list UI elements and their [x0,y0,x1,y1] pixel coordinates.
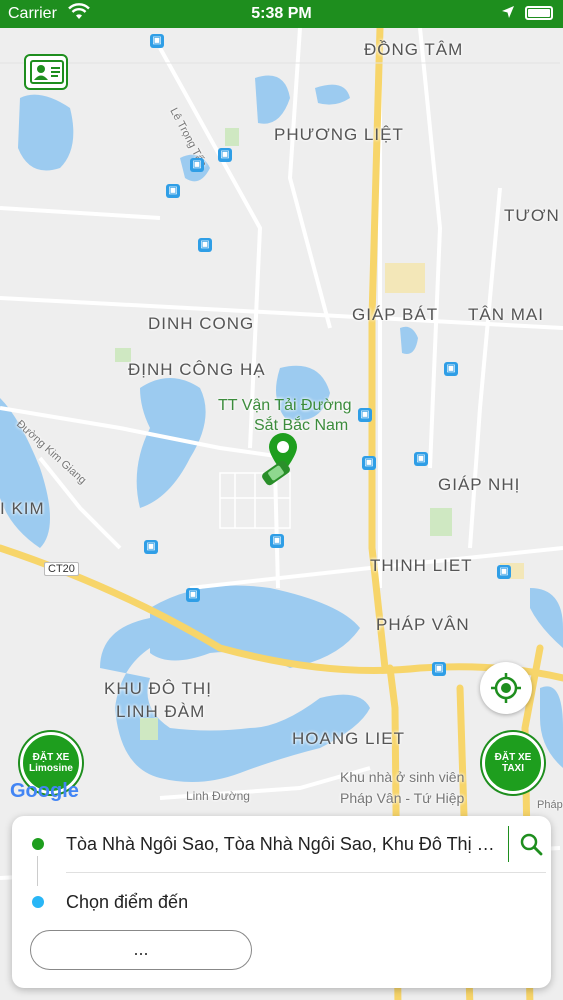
road-badge: CT20 [44,562,79,576]
bus-stop-icon: ▣ [150,34,164,48]
driver-profile-button[interactable] [24,54,68,90]
driver-profile-icon [30,60,64,89]
button-label: ĐẶT XE [494,752,532,763]
google-logo: Google [10,780,79,802]
map-label: ĐỒNG TÂM [364,40,464,59]
map-label: Pháp [537,799,563,811]
button-label: ĐẶT XE [32,752,70,763]
map-label: Linh Đường [186,789,250,803]
origin-field[interactable]: Tòa Nhà Ngôi Sao, Tòa Nhà Ngôi Sao, Khu … [66,834,506,855]
map-label: THINH LIET [370,556,473,575]
bus-stop-icon: ▣ [497,565,511,579]
button-label: Limosine [29,763,73,774]
location-arrow-icon [501,5,515,24]
bus-stop-icon: ▣ [218,148,232,162]
map-label: Khu nhà ở sinh viên [340,769,465,785]
map-label: ĐỊNH CÔNG HẠ [128,360,266,379]
map-label: GIÁP BÁT [352,305,439,324]
map-label: HOANG LIET [292,729,405,748]
button-label: TAXI [501,763,525,774]
bus-stop-icon: ▣ [166,184,180,198]
my-location-button[interactable] [480,662,532,714]
map-label: LINH ĐÀM [116,702,206,721]
more-options-button[interactable]: ... [30,930,252,970]
divider [66,872,546,873]
origin-dot [32,838,44,850]
car-icon [258,460,294,491]
route-connector [37,856,38,886]
map-label: PHÁP VÂN [376,615,470,634]
map-label: Pháp Vân - Tứ Hiệp [340,790,465,806]
bus-stop-icon: ▣ [414,452,428,466]
battery-icon [525,6,553,20]
map-label: I KIM [0,499,45,518]
bus-stop-icon: ▣ [432,662,446,676]
bus-stop-icon: ▣ [198,238,212,252]
destination-dot [32,896,44,908]
bus-stop-icon: ▣ [144,540,158,554]
bus-stop-icon: ▣ [362,456,376,470]
bus-stop-icon: ▣ [358,408,372,422]
bus-stop-icon: ▣ [270,534,284,548]
bus-stop-icon: ▣ [186,588,200,602]
map-label: DINH CONG [148,314,255,333]
book-taxi-button[interactable]: ĐẶT XE TAXI [482,732,544,794]
map-label: PHƯƠNG LIỆT [274,125,404,144]
status-bar: Carrier 5:38 PM [0,0,563,28]
map-label: GIÁP NHỊ [438,475,521,494]
search-button[interactable] [508,826,545,862]
map-label: KHU ĐÔ THỊ [104,679,212,698]
destination-field[interactable]: Chọn điểm đến [66,892,188,913]
map-poi-label: TT Vận Tải Đường [218,397,352,414]
booking-card: Tòa Nhà Ngôi Sao, Tòa Nhà Ngôi Sao, Khu … [12,816,551,988]
bus-stop-icon: ▣ [190,158,204,172]
bus-stop-icon: ▣ [444,362,458,376]
search-icon [519,832,543,861]
clock: 5:38 PM [251,5,312,22]
map-label: TÂN MAI [468,305,544,324]
locate-icon [490,672,522,709]
map-label: TƯƠN [504,206,560,225]
